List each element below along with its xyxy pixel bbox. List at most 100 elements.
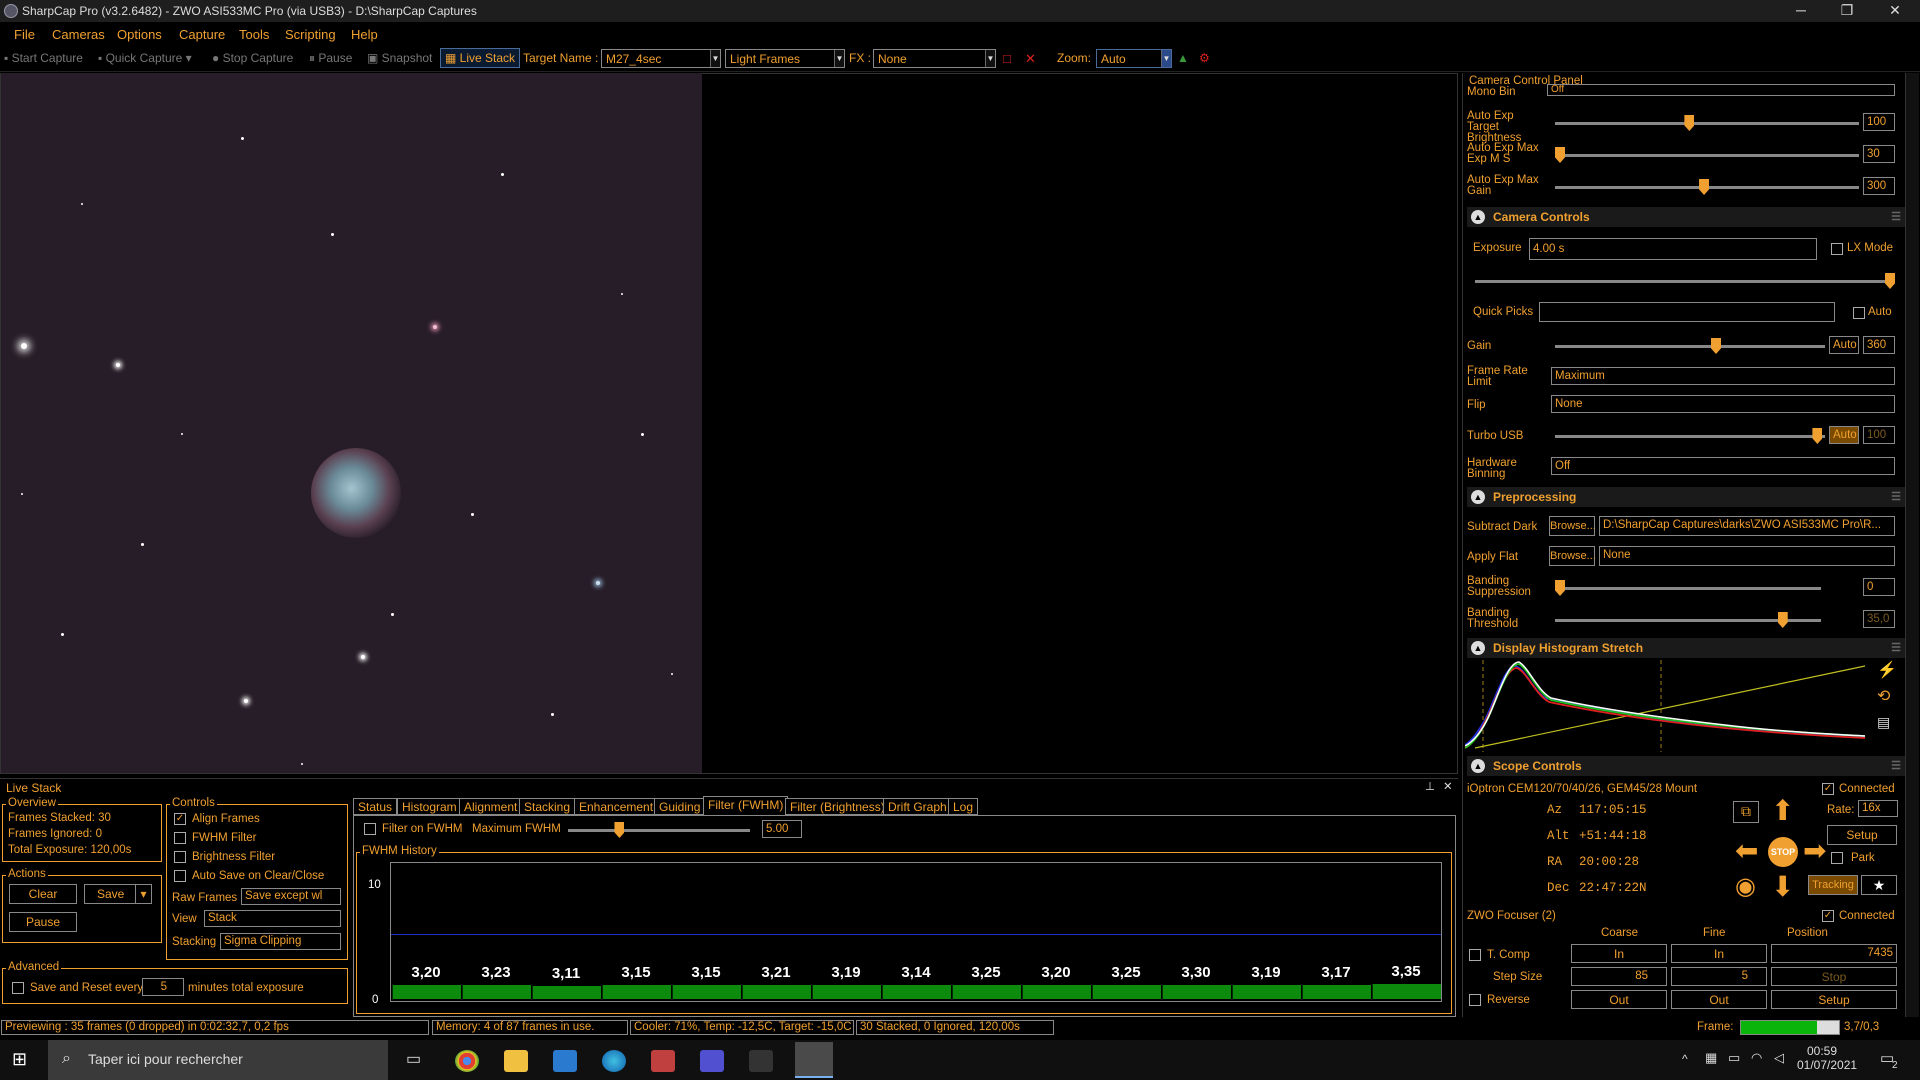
tab-drift-graph[interactable]: Drift Graph	[883, 798, 952, 815]
banding-suppression-slider[interactable]	[1555, 580, 1821, 596]
menu-icon[interactable]: ☰	[1891, 210, 1901, 223]
menu-help[interactable]: Help	[351, 27, 378, 42]
chevron-down-icon[interactable]: ▾	[135, 885, 151, 903]
tray-battery-icon[interactable]: ▭	[1728, 1050, 1740, 1066]
sharpcap-taskbar-icon[interactable]	[795, 1042, 833, 1078]
scope-controls-header[interactable]: ▲ Scope Controls ☰	[1467, 756, 1907, 776]
tab-alignment[interactable]: Alignment	[459, 798, 523, 815]
turbo-usb-slider[interactable]	[1555, 428, 1825, 444]
reset-icon[interactable]: ⟲	[1877, 689, 1890, 705]
slider-thumb[interactable]	[1684, 115, 1695, 131]
view-select[interactable]: Stack	[204, 910, 341, 927]
scope-setup-button[interactable]: Setup	[1827, 825, 1897, 845]
raw-frames-select[interactable]: Save except wl	[241, 888, 341, 905]
slider-thumb[interactable]	[1555, 580, 1565, 596]
tab-histogram[interactable]: Histogram	[397, 798, 462, 815]
pin-icon[interactable]: ⊥	[1425, 781, 1435, 793]
taskbar-search[interactable]: Taper ici pour rechercher	[48, 1040, 388, 1080]
arrow-up-icon[interactable]: ⬆	[1771, 797, 1794, 825]
histogram-plot[interactable]	[1465, 660, 1875, 752]
banding-suppression-value[interactable]: 0	[1863, 578, 1895, 596]
menu-options[interactable]: Options	[117, 27, 162, 42]
menu-scripting[interactable]: Scripting	[285, 27, 336, 42]
tab-log[interactable]: Log	[948, 798, 979, 815]
banding-threshold-slider[interactable]	[1555, 612, 1821, 628]
turbo-auto-button[interactable]: Auto	[1829, 426, 1859, 444]
mail-icon[interactable]	[553, 1050, 577, 1072]
park-checkbox[interactable]	[1831, 852, 1843, 864]
home-icon[interactable]: ◉	[1735, 873, 1756, 901]
max-fwhm-slider[interactable]	[568, 822, 750, 838]
menu-icon[interactable]: ☰	[1891, 759, 1901, 772]
edge-icon[interactable]	[602, 1050, 626, 1072]
collapse-icon[interactable]: ▲	[1471, 641, 1485, 655]
auto-exp-target-value[interactable]: 100	[1863, 113, 1895, 131]
zoom-combo[interactable]: Auto ▼	[1096, 49, 1172, 68]
coarse-out-button[interactable]: Out	[1571, 990, 1667, 1009]
focuser-stop-button[interactable]: Stop	[1771, 967, 1897, 986]
menu-file[interactable]: File	[14, 27, 35, 42]
pause-button[interactable]: ⏸ Pause	[309, 51, 352, 66]
slider-thumb[interactable]	[1777, 612, 1788, 628]
tcomp-checkbox[interactable]	[1469, 949, 1481, 961]
scope-connected-checkbox[interactable]: ✓	[1822, 783, 1834, 795]
frame-type-combo[interactable]: Light Frames ▼	[725, 49, 845, 68]
start-capture-button[interactable]: ▪ Start Capture	[4, 51, 83, 65]
exposure-input[interactable]: 4.00 s	[1529, 238, 1817, 260]
stop-capture-button[interactable]: ● Stop Capture	[212, 51, 293, 65]
panel-scrollbar[interactable]	[1905, 73, 1919, 1017]
collapse-icon[interactable]: ▲	[1471, 490, 1485, 504]
save-reset-minutes[interactable]: 5	[142, 978, 184, 996]
tab-stacking[interactable]: Stacking	[519, 798, 576, 815]
hardware-binning-select[interactable]: Off	[1551, 457, 1895, 475]
quick-capture-button[interactable]: ▪ Quick Capture ▾	[98, 51, 192, 65]
save-icon[interactable]: ▤	[1877, 715, 1890, 729]
focuser-connected-checkbox[interactable]: ✓	[1822, 910, 1834, 922]
arrow-left-icon[interactable]: ⬅	[1735, 837, 1758, 865]
auto-exp-max-slider[interactable]	[1555, 147, 1859, 163]
slider-thumb[interactable]	[1555, 147, 1565, 163]
mono-bin-select[interactable]: Off	[1547, 84, 1895, 96]
close-icon[interactable]: ✕	[1443, 781, 1453, 793]
save-button[interactable]: Save ▾	[84, 884, 152, 904]
rate-select[interactable]: 16x	[1858, 800, 1898, 817]
slider-thumb[interactable]	[1812, 428, 1823, 444]
exposure-slider[interactable]	[1475, 273, 1895, 289]
goto-icon[interactable]: ⧉	[1733, 801, 1759, 823]
clear-button[interactable]: Clear	[9, 884, 77, 904]
windows-start-icon[interactable]: ⊞	[12, 1049, 27, 1070]
taskbar-clock[interactable]: 00:59 01/07/2021	[1797, 1044, 1857, 1072]
fwhm-filter-checkbox[interactable]	[174, 832, 186, 844]
photo-app-icon[interactable]	[651, 1050, 675, 1072]
crosshair-icon[interactable]: ✕	[1025, 51, 1036, 67]
tray-wifi-icon[interactable]: ◠	[1751, 1050, 1762, 1066]
app-gem-icon[interactable]	[700, 1050, 724, 1072]
collapse-icon[interactable]: ▲	[1471, 759, 1485, 773]
preprocessing-header[interactable]: ▲ Preprocessing ☰	[1467, 487, 1907, 507]
tray-network-icon[interactable]: ▦	[1705, 1050, 1717, 1066]
auto-save-checkbox[interactable]	[174, 870, 186, 882]
settings-icon[interactable]: ⚙	[1199, 51, 1210, 65]
flat-file-select[interactable]: None	[1599, 546, 1895, 566]
flip-select[interactable]: None	[1551, 395, 1895, 413]
slider-thumb[interactable]	[1699, 179, 1710, 195]
minimize-button[interactable]: ─	[1778, 0, 1824, 22]
menu-capture[interactable]: Capture	[179, 27, 225, 42]
fine-out-button[interactable]: Out	[1671, 990, 1767, 1009]
task-view-icon[interactable]: ▭	[406, 1049, 421, 1069]
brightness-filter-checkbox[interactable]	[174, 851, 186, 863]
camera-controls-header[interactable]: ▲ Camera Controls ☰	[1467, 207, 1907, 227]
chrome-icon[interactable]	[455, 1050, 479, 1072]
maximize-button[interactable]: ❐	[1824, 0, 1870, 22]
menu-cameras[interactable]: Cameras	[52, 27, 105, 42]
gain-value[interactable]: 360	[1863, 336, 1895, 354]
tray-volume-icon[interactable]: ◁	[1774, 1050, 1784, 1066]
dark-browse-button[interactable]: Browse...	[1549, 516, 1596, 536]
focuser-position-value[interactable]: 7435	[1771, 944, 1897, 963]
arrow-down-icon[interactable]: ⬇	[1771, 873, 1794, 901]
coarse-in-button[interactable]: In	[1571, 944, 1667, 963]
menu-icon[interactable]: ☰	[1891, 641, 1901, 654]
reverse-checkbox[interactable]	[1469, 994, 1481, 1006]
menu-icon[interactable]: ☰	[1891, 490, 1901, 503]
max-fwhm-value[interactable]: 5.00	[762, 820, 802, 838]
